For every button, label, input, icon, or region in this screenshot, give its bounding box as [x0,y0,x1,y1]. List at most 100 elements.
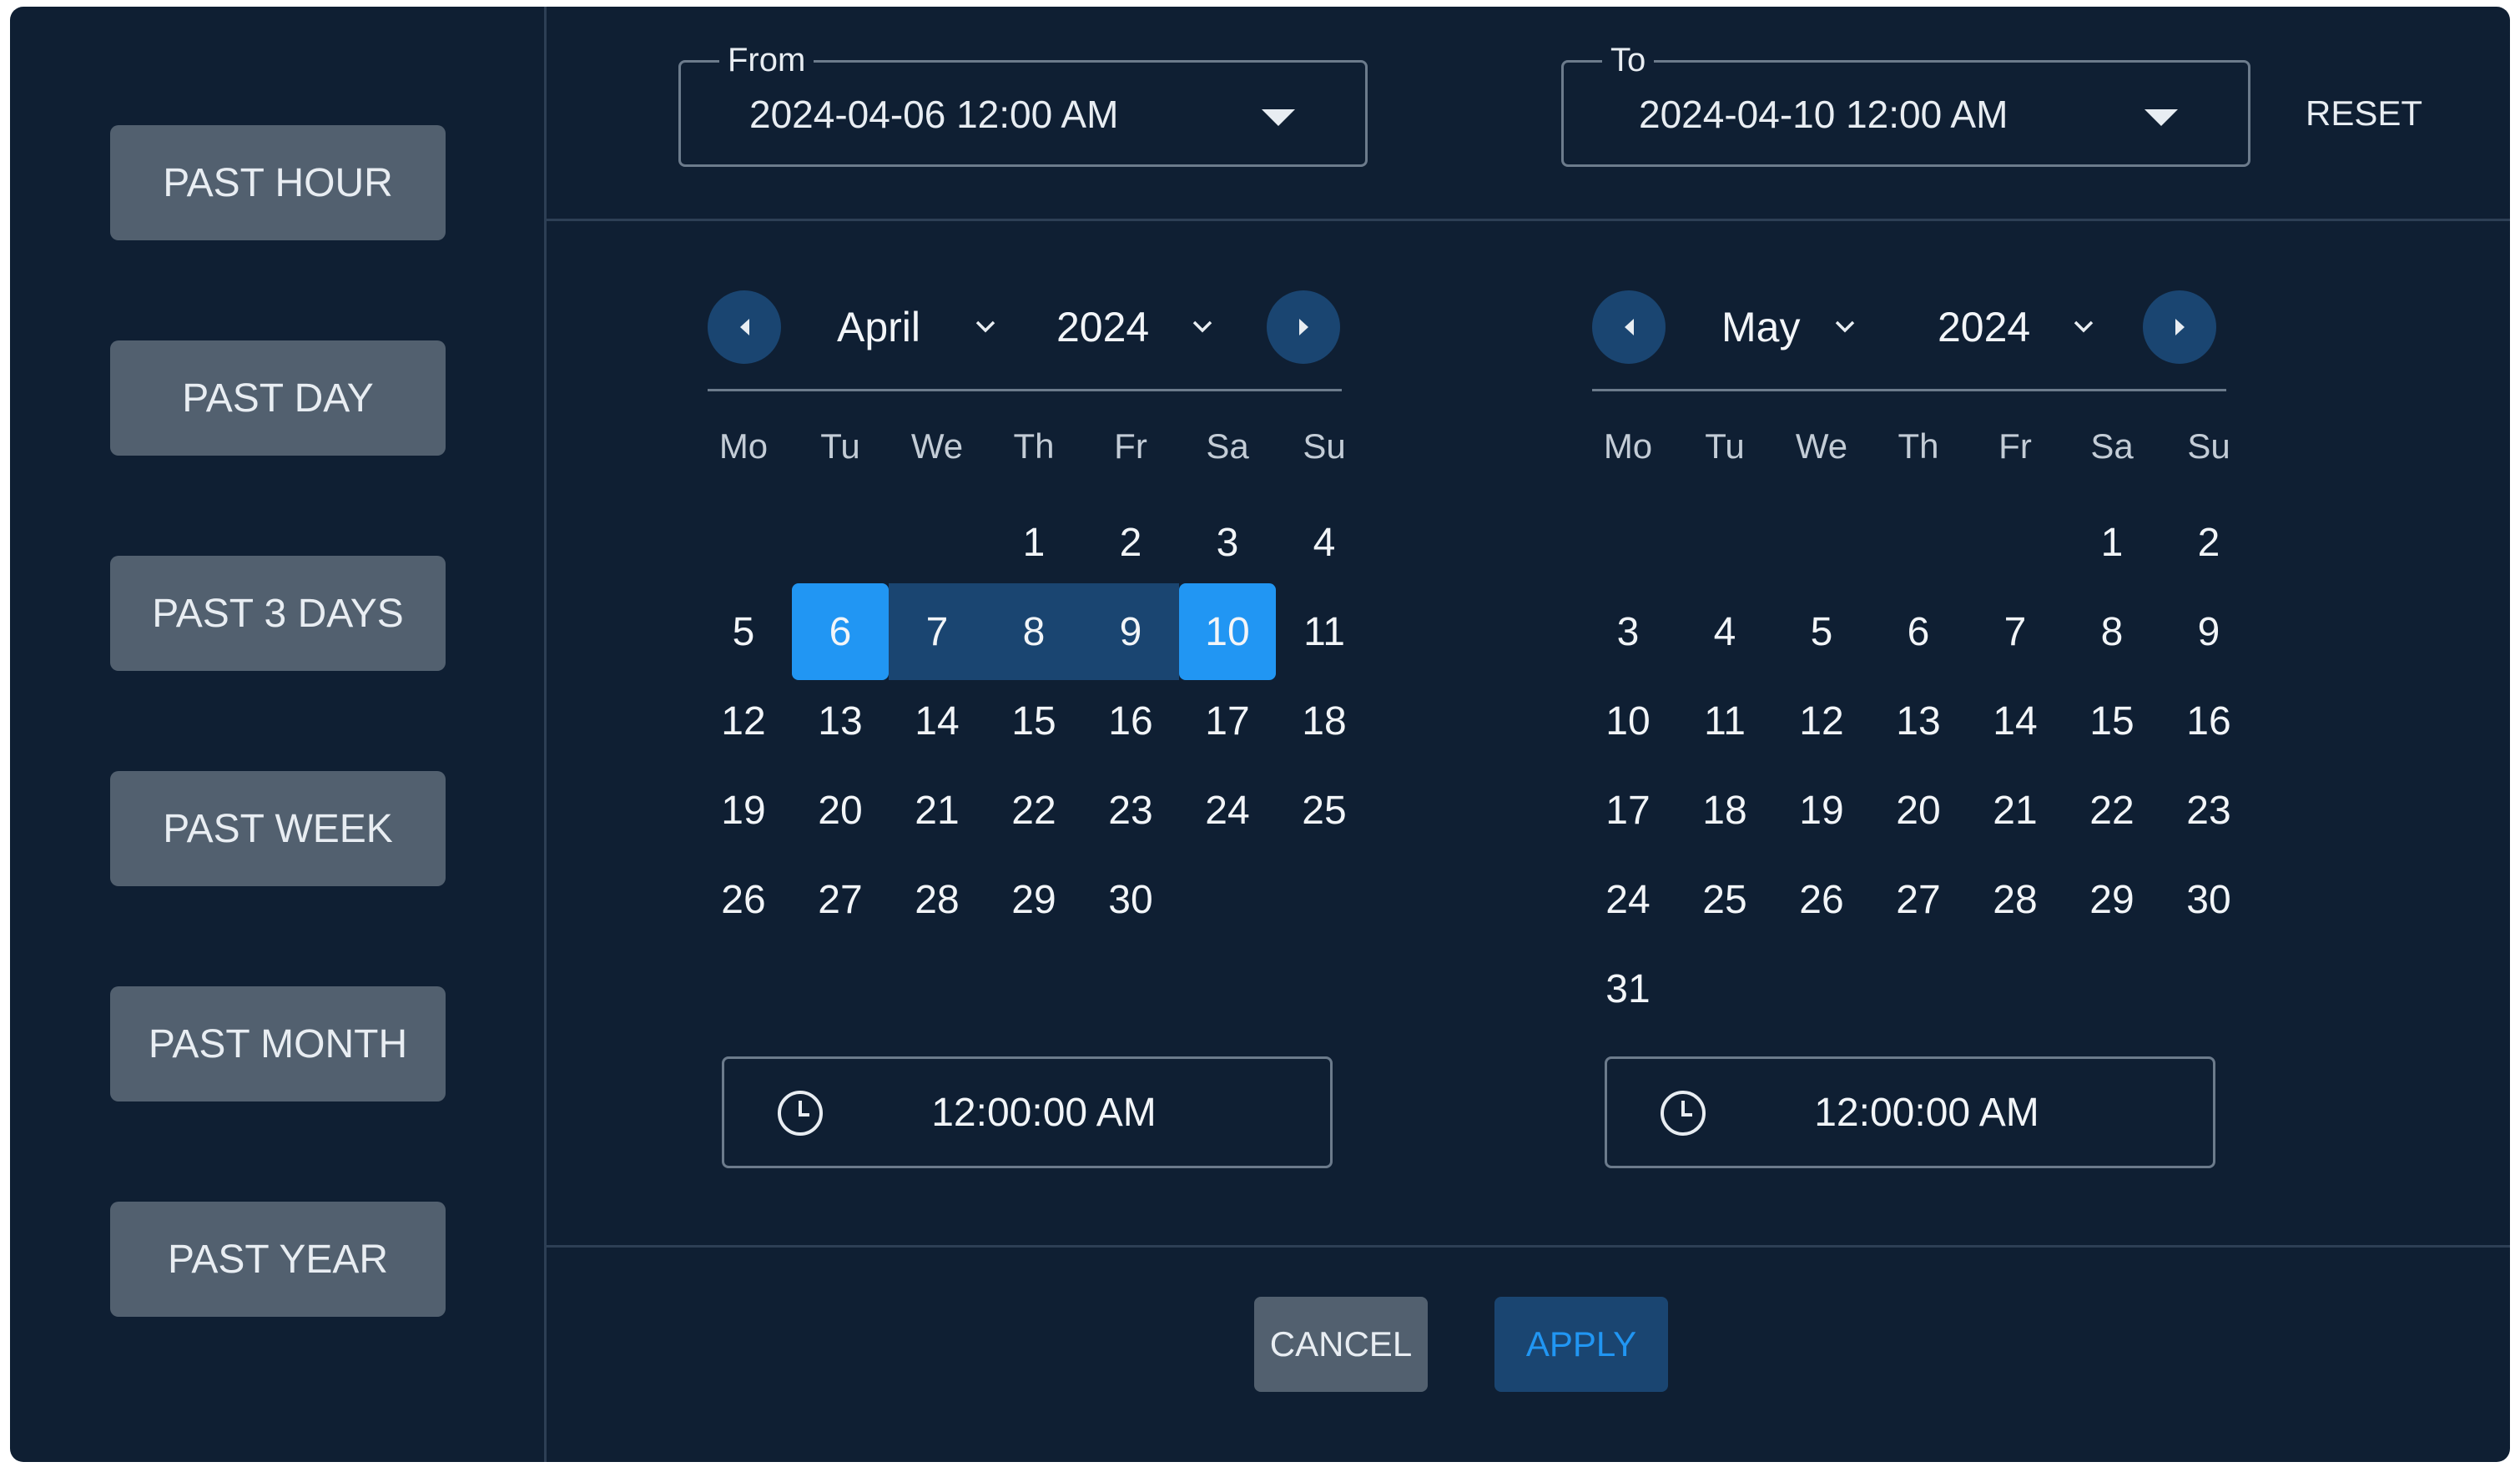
caret-down-icon[interactable] [1262,109,1295,126]
calendar-day[interactable]: 8 [985,583,1082,680]
calendar-day[interactable]: 18 [1276,673,1373,769]
calendar-day[interactable]: 12 [695,673,792,769]
chevron-left-icon [1624,319,1634,335]
calendar-day[interactable]: 15 [985,673,1082,769]
calendar-day[interactable]: 20 [792,762,889,859]
year-select[interactable]: 2024 [1938,302,2030,352]
calendar-day[interactable]: 16 [2160,673,2257,769]
footer-divider [547,1245,2510,1248]
calendar-day[interactable]: 21 [1967,762,2064,859]
calendar-day[interactable]: 5 [1773,583,1870,680]
calendar-day[interactable]: 22 [2064,762,2160,859]
calendar-day[interactable]: 10 [1580,673,1676,769]
from-time-field[interactable]: 12:00:00 AM [722,1056,1333,1168]
calendar-day[interactable]: 23 [2160,762,2257,859]
calendar-day[interactable]: 30 [2160,851,2257,948]
apply-button[interactable]: APPLY [1494,1297,1668,1392]
calendar-day[interactable]: 29 [985,851,1082,948]
weekday-label: Mo [718,426,769,466]
calendar-day[interactable]: 2 [2160,494,2257,591]
preset-past-3-days-button[interactable]: PAST 3 DAYS [110,556,446,671]
reset-button[interactable]: RESET [2306,93,2422,134]
calendar-day[interactable]: 30 [1082,851,1179,948]
preset-past-week-button[interactable]: PAST WEEK [110,771,446,886]
caret-down-icon[interactable] [2145,109,2178,126]
weekday-label: Th [1013,426,1055,466]
preset-past-day-button[interactable]: PAST DAY [110,340,446,456]
calendar-day[interactable]: 11 [1276,583,1373,680]
weekday-label: We [1795,426,1848,466]
preset-past-hour-button[interactable]: PAST HOUR [110,125,446,240]
calendar-day[interactable]: 29 [2064,851,2160,948]
calendar-day[interactable]: 10 [1179,583,1276,680]
from-field[interactable]: From 2024-04-06 12:00 AM [678,39,1368,167]
calendar-day[interactable]: 25 [1676,851,1773,948]
calendar-day[interactable]: 18 [1676,762,1773,859]
weekday-label: Tu [820,426,860,466]
calendar-day[interactable]: 28 [1967,851,2064,948]
weekday-label: Mo [1603,426,1653,466]
calendar-day[interactable]: 28 [889,851,985,948]
calendar-day[interactable]: 9 [1082,583,1179,680]
picker-main: From 2024-04-06 12:00 AM To 2024-04-10 1… [547,7,2510,1462]
chevron-down-icon[interactable] [1192,319,1213,334]
preset-sidebar: PAST HOUR PAST DAY PAST 3 DAYS PAST WEEK… [10,7,547,1462]
calendar-day[interactable]: 24 [1179,762,1276,859]
calendar-day[interactable]: 7 [1967,583,2064,680]
calendar-day[interactable]: 21 [889,762,985,859]
calendar-day[interactable]: 20 [1870,762,1967,859]
calendar-day[interactable]: 14 [1967,673,2064,769]
calendar-day[interactable]: 6 [1870,583,1967,680]
calendar-day[interactable]: 19 [695,762,792,859]
calendar-day[interactable]: 8 [2064,583,2160,680]
calendar-day[interactable]: 6 [792,583,889,680]
calendar-day[interactable]: 26 [1773,851,1870,948]
calendar-day[interactable]: 3 [1580,583,1676,680]
calendar-day[interactable]: 13 [792,673,889,769]
chevron-down-icon[interactable] [975,319,996,334]
calendar-day[interactable]: 17 [1179,673,1276,769]
next-month-button[interactable] [2143,290,2216,364]
calendar-day[interactable]: 11 [1676,673,1773,769]
next-month-button[interactable] [1267,290,1340,364]
calendar-day[interactable]: 7 [889,583,985,680]
calendar-day[interactable]: 9 [2160,583,2257,680]
calendar-day[interactable]: 1 [985,494,1082,591]
calendar-day[interactable]: 12 [1773,673,1870,769]
prev-month-button[interactable] [1592,290,1666,364]
prev-month-button[interactable] [708,290,781,364]
year-select[interactable]: 2024 [1056,302,1149,352]
calendar-day[interactable]: 15 [2064,673,2160,769]
calendar-day[interactable]: 27 [792,851,889,948]
calendar-day[interactable]: 4 [1276,494,1373,591]
calendar-day[interactable]: 27 [1870,851,1967,948]
header-divider [547,219,2510,221]
chevron-left-icon [739,319,749,335]
calendar-day[interactable]: 17 [1580,762,1676,859]
preset-past-year-button[interactable]: PAST YEAR [110,1202,446,1317]
calendar-day[interactable]: 13 [1870,673,1967,769]
month-select[interactable]: May [1721,302,1800,352]
calendar-day[interactable]: 2 [1082,494,1179,591]
calendar-day[interactable]: 31 [1580,940,1676,1037]
calendar-day[interactable]: 14 [889,673,985,769]
chevron-down-icon[interactable] [1834,319,1856,334]
month-select[interactable]: April [837,302,920,352]
preset-past-month-button[interactable]: PAST MONTH [110,986,446,1101]
calendar-day[interactable]: 1 [2064,494,2160,591]
calendar-day[interactable]: 23 [1082,762,1179,859]
to-field[interactable]: To 2024-04-10 12:00 AM [1561,39,2250,167]
calendar-day[interactable]: 5 [695,583,792,680]
to-time-field[interactable]: 12:00:00 AM [1605,1056,2215,1168]
calendar-day[interactable]: 25 [1276,762,1373,859]
calendar-day[interactable]: 24 [1580,851,1676,948]
cancel-button[interactable]: CANCEL [1254,1297,1428,1392]
calendar-day[interactable]: 19 [1773,762,1870,859]
calendar-day[interactable]: 26 [695,851,792,948]
calendar-day[interactable]: 22 [985,762,1082,859]
calendar-day[interactable]: 4 [1676,583,1773,680]
calendar-day[interactable]: 16 [1082,673,1179,769]
date-range-picker: PAST HOUR PAST DAY PAST 3 DAYS PAST WEEK… [10,7,2510,1462]
chevron-down-icon[interactable] [2073,319,2094,334]
calendar-day[interactable]: 3 [1179,494,1276,591]
